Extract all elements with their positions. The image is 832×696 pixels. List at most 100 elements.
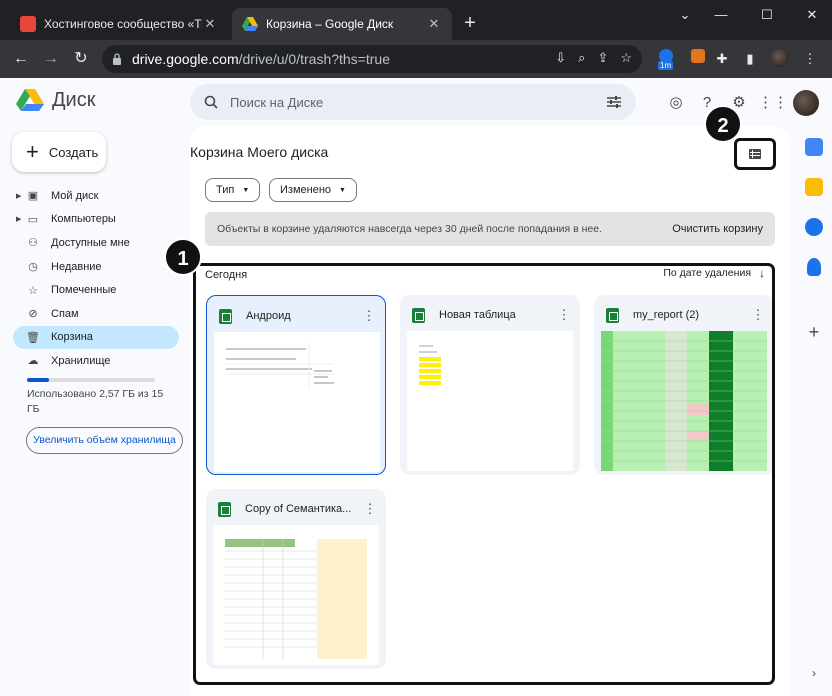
bookmark-star-icon[interactable]: ☆ [620,50,632,66]
close-window-button[interactable]: ✕ [797,4,827,26]
sidebar-item-label: Доступные мне [51,236,130,249]
browser-menu-icon[interactable]: ⋮ [800,49,820,69]
url-path: /drive/u/0/trash?ths=true [238,51,390,67]
maximize-button[interactable]: ☐ [752,4,782,26]
list-layout-button[interactable] [734,138,776,170]
annotation-marker-2: 2 [704,105,742,143]
storage-progress-fill [27,378,49,382]
extensions-puzzle-icon[interactable]: ✚ [712,49,732,69]
sidebar-item-my-drive[interactable]: ▶ ▣ Мой диск [13,184,179,208]
sidebar-item-label: Хранилище [51,354,111,367]
trash-info-banner: Объекты в корзине удаляются навсегда чер… [205,212,775,246]
sidebar-item-recent[interactable]: ◷ Недавние [13,255,179,279]
timeweb-favicon-icon [20,16,36,32]
sidebar-item-label: Мой диск [51,189,99,202]
computers-icon: ▭ [27,213,39,226]
expand-caret-icon[interactable]: ▶ [16,192,21,200]
calendar-icon[interactable] [805,138,823,156]
spam-icon: ⊘ [28,308,38,321]
empty-trash-button[interactable]: Очистить корзину [672,223,763,235]
install-app-icon[interactable]: ⇩ [555,50,566,66]
side-panel-icon[interactable]: ▮ [740,49,760,69]
browser-toolbar: ← → ↻ drive.google.com/drive/u/0/trash?t… [0,40,832,78]
sidebar-item-label: Помеченные [51,284,117,297]
close-tab-icon[interactable]: ✕ [202,16,218,32]
account-avatar[interactable] [793,90,819,116]
page-title: Корзина Моего диска [190,144,329,160]
type-filter-chip[interactable]: Тип ▼ [205,178,261,202]
url-host: drive.google.com [132,51,239,67]
lock-icon [113,53,121,65]
browser-tab-drive[interactable]: Корзина – Google Диск ✕ [232,8,452,40]
browser-tab-timeweb[interactable]: Хостинговое сообщество «Time ✕ [10,8,228,40]
fox-extension-icon[interactable] [688,49,708,69]
share-icon[interactable]: ⇪ [597,50,608,66]
chevron-right-icon[interactable]: › [802,666,826,680]
dropdown-arrow-icon: ▼ [339,186,346,194]
sidebar-item-trash[interactable]: 🗑 Корзина [13,325,179,350]
star-icon: ☆ [28,284,38,297]
minimize-button[interactable]: — [706,4,736,26]
app-name: Диск [52,88,96,111]
sidebar-item-label: Недавние [51,260,102,273]
sidebar-item-label: Корзина [51,331,93,344]
close-tab-icon[interactable]: ✕ [426,16,442,32]
profile-avatar[interactable] [770,49,790,69]
keep-icon[interactable] [805,178,823,196]
reload-icon[interactable]: ↻ [70,48,92,70]
tab-title: Корзина – Google Диск [266,17,394,31]
drive-favicon-icon [242,16,258,32]
search-input[interactable]: Поиск на Диске [190,84,636,120]
dropdown-arrow-icon: ▼ [242,186,250,194]
cloud-icon: ☁ [27,355,39,368]
back-icon[interactable]: ← [10,48,32,70]
main-content: Корзина Моего диска Тип ▼ Изменено ▼ Объ… [189,126,789,696]
search-placeholder: Поиск на Диске [230,94,324,110]
sidebar-item-starred[interactable]: ☆ Помеченные [13,278,179,302]
storage-usage-text: Использовано 2,57 ГБ из 15 ГБ [27,388,164,415]
search-options-icon[interactable] [606,95,622,109]
extension-icon[interactable]: 1m [656,49,676,70]
extension-badge: 1m [658,61,674,70]
sidebar-item-computers[interactable]: ▶ ▭ Компьютеры [13,208,179,232]
trash-icon: 🗑 [26,331,40,344]
sidebar-item-label: Компьютеры [51,213,116,226]
tasks-icon[interactable] [805,218,823,236]
chip-label: Изменено [280,184,332,196]
sidebar-nav: ▶ ▣ Мой диск ▶ ▭ Компьютеры ⚇ Доступные … [13,184,179,373]
modified-filter-chip[interactable]: Изменено ▼ [269,178,357,202]
apps-grid-icon[interactable]: ⋮⋮ [758,91,788,115]
contacts-icon[interactable] [807,258,821,276]
chip-label: Тип [216,184,235,196]
files-highlight-frame [193,263,775,685]
new-tab-button[interactable]: + [458,12,482,36]
list-view-icon [749,149,761,159]
drive-logo[interactable]: Диск [16,88,95,112]
sidebar-item-shared[interactable]: ⚇ Доступные мне [13,231,179,255]
annotation-marker-1: 1 [164,238,202,276]
tab-search-icon[interactable]: ⌄ [670,4,700,26]
create-label: Создать [48,144,99,160]
search-icon [204,95,218,109]
offline-ready-icon[interactable]: ◎ [664,91,688,115]
plus-icon: + [26,139,39,164]
address-bar[interactable]: drive.google.com/drive/u/0/trash?ths=tru… [102,45,642,73]
forward-icon[interactable]: → [40,48,62,70]
browser-tab-bar: Хостинговое сообщество «Time ✕ Корзина –… [0,0,832,40]
drive-logo-icon [16,89,44,111]
side-panel: + › [796,126,832,696]
upgrade-storage-button[interactable]: Увеличить объем хранилища [26,427,183,454]
sidebar-item-spam[interactable]: ⊘ Спам [13,302,179,326]
add-addon-icon[interactable]: + [802,322,826,343]
sidebar-item-label: Спам [51,307,79,320]
clock-icon: ◷ [28,261,38,274]
zoom-icon[interactable]: ⌕ [578,50,585,66]
banner-text: Объекты в корзине удаляются навсегда чер… [217,223,602,235]
sidebar-item-storage[interactable]: ☁ Хранилище [13,349,179,373]
storage-progress-bar [27,378,155,382]
drive-app: Диск Поиск на Диске ◎ ? ⚙ ⋮⋮ + Создать ▶… [0,78,832,696]
tab-title: Хостинговое сообщество «Time [44,17,202,31]
create-button[interactable]: + Создать [12,132,106,172]
my-drive-icon: ▣ [27,190,39,203]
expand-caret-icon[interactable]: ▶ [16,215,21,223]
